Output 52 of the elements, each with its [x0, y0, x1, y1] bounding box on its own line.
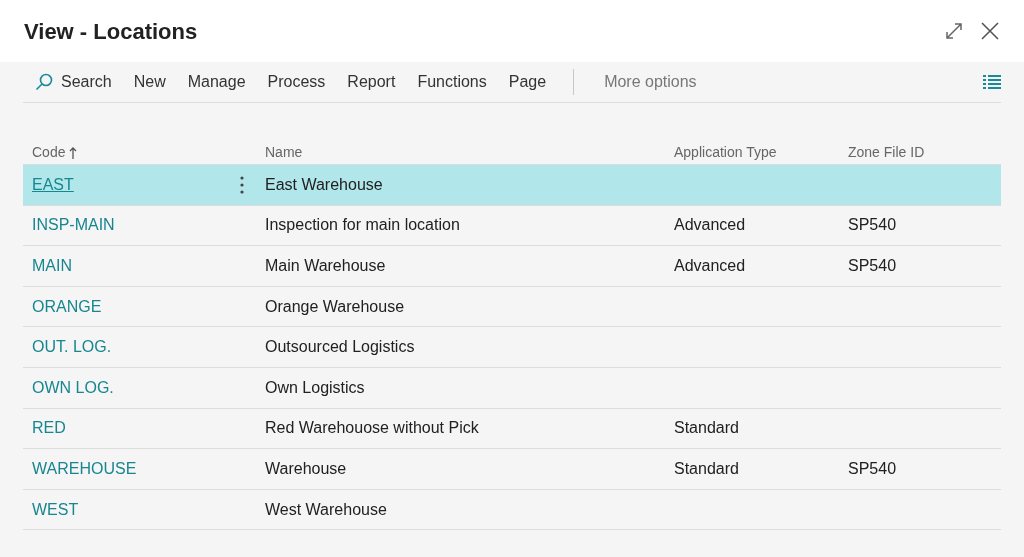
- table-row[interactable]: RED Red Warehouose without Pick Standard: [23, 408, 1001, 450]
- code-link[interactable]: WEST: [32, 497, 79, 522]
- table-row[interactable]: WAREHOUSE Warehouse Standard SP540: [23, 449, 1001, 490]
- window-title: View - Locations: [24, 17, 199, 46]
- search-button[interactable]: Search: [23, 65, 123, 99]
- code-link[interactable]: RED: [32, 416, 66, 441]
- table-row[interactable]: INSP-MAIN Inspection for main location Advanced SP540: [23, 205, 1001, 247]
- column-header[interactable]: Application Type: [674, 142, 777, 163]
- table-cell: East Warehouse: [265, 175, 383, 193]
- code-link[interactable]: MAIN: [32, 254, 72, 278]
- table-cell: Warehouse: [265, 459, 347, 477]
- code-link[interactable]: OWN LOG.: [32, 375, 114, 400]
- table-cell: Red Warehouose without Pick: [265, 419, 479, 437]
- table-cell: Outsourced Logistics: [265, 338, 415, 356]
- expand-icon[interactable]: [944, 21, 964, 41]
- column-header[interactable]: Zone File ID: [848, 142, 925, 163]
- code-link[interactable]: ORANGE: [32, 294, 102, 319]
- table-cell: Orange Warehouse: [265, 297, 405, 315]
- column-header[interactable]: Code: [32, 142, 78, 163]
- toolbar-button[interactable]: Process: [256, 65, 337, 99]
- column-header[interactable]: Name: [265, 142, 303, 163]
- more-options-button[interactable]: More options: [590, 65, 711, 99]
- table-row[interactable]: WEST West Warehouse: [23, 489, 1001, 531]
- more-actions-icon[interactable]: [240, 175, 244, 194]
- table-row[interactable]: MAIN Main Warehouse Advanced SP540: [23, 246, 1001, 287]
- table-row[interactable]: OWN LOG. Own Logistics: [23, 367, 1001, 409]
- table-cell: Advanced: [674, 216, 746, 234]
- code-link[interactable]: OUT. LOG.: [32, 335, 112, 360]
- table-cell: SP540: [848, 216, 897, 234]
- table-cell: SP540: [848, 459, 897, 477]
- toolbar-button[interactable]: Manage: [176, 65, 257, 99]
- table-cell: Standard: [674, 459, 739, 477]
- code-link[interactable]: WAREHOUSE: [32, 456, 137, 481]
- table-row[interactable]: EAST East Warehouse: [23, 165, 1001, 206]
- close-icon[interactable]: [980, 21, 1000, 41]
- table-cell: Main Warehouse: [265, 257, 386, 274]
- table-cell: SP540: [848, 257, 897, 274]
- table-row[interactable]: ORANGE Orange Warehouse: [23, 286, 1001, 328]
- toolbar-button[interactable]: Functions: [406, 65, 498, 99]
- table-cell: Own Logistics: [265, 378, 365, 396]
- table-cell: West Warehouse: [265, 500, 387, 518]
- toolbar-button[interactable]: Page: [497, 65, 558, 99]
- toolbar-button[interactable]: New: [122, 65, 177, 99]
- table-row[interactable]: OUT. LOG. Outsourced Logistics: [23, 327, 1001, 368]
- sort-ascending-icon: [69, 146, 78, 159]
- toolbar-button[interactable]: Report: [336, 65, 407, 99]
- search-icon: [35, 73, 53, 91]
- list-view-icon[interactable]: [983, 75, 1001, 89]
- code-link[interactable]: INSP-MAIN: [32, 213, 115, 238]
- table-cell: Standard: [674, 419, 739, 437]
- table-cell: Advanced: [674, 257, 746, 274]
- table-cell: Inspection for main location: [265, 216, 460, 234]
